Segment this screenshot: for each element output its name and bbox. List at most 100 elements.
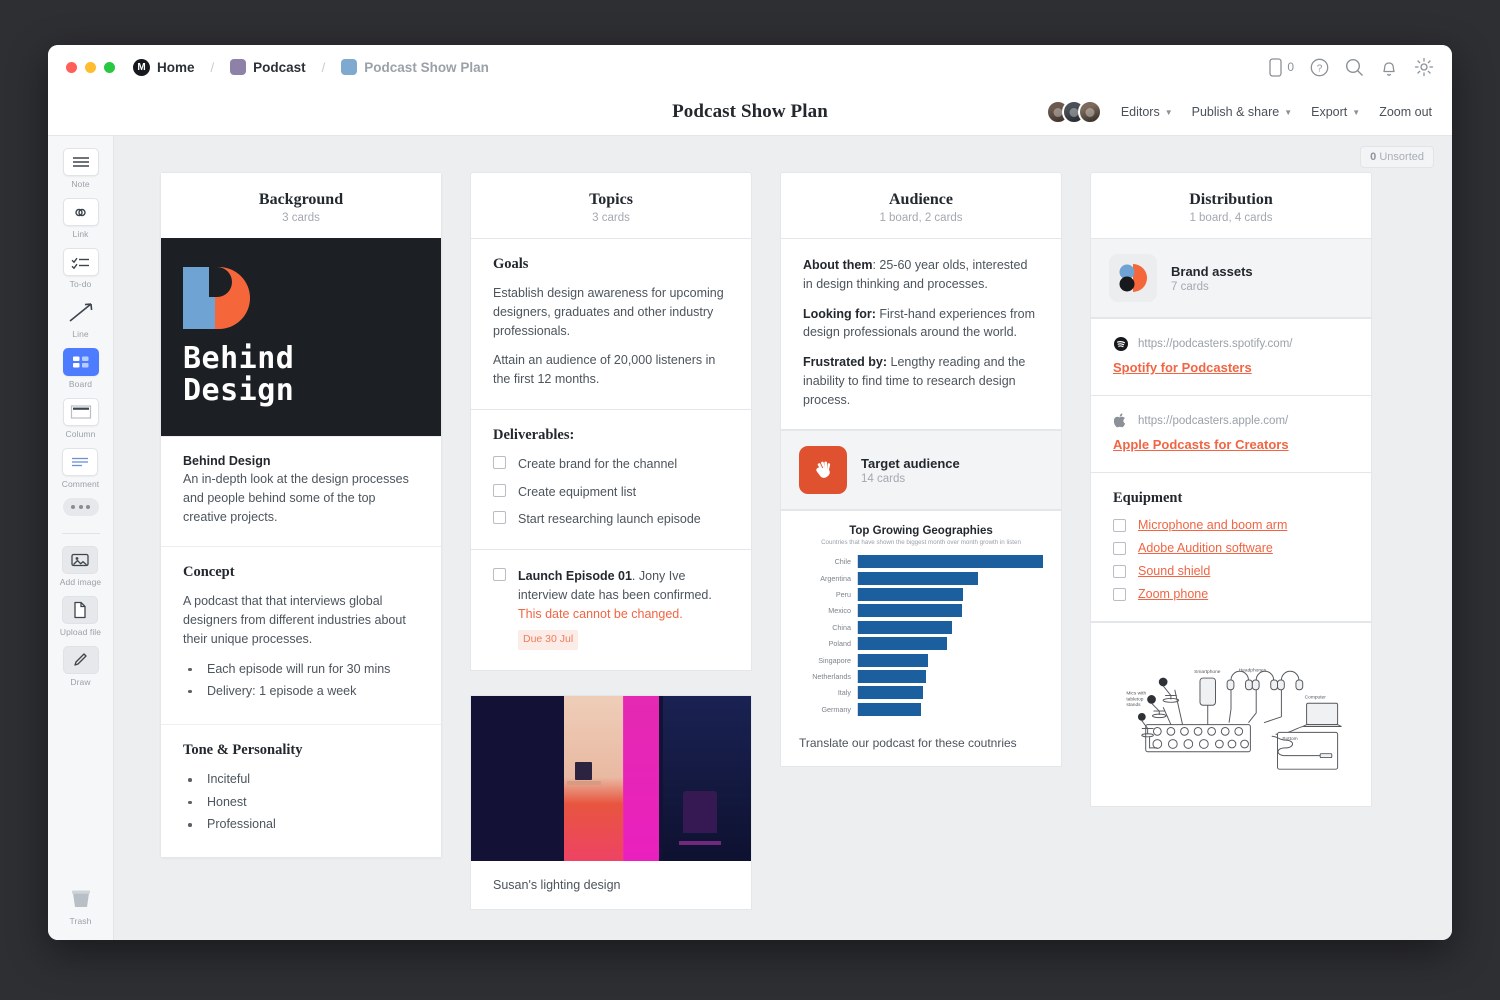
- sidebar-item-more[interactable]: [62, 498, 99, 516]
- bar-track: [857, 653, 1043, 667]
- todo-label[interactable]: Zoom phone: [1138, 587, 1208, 601]
- brand-wordmark-line2: Design: [183, 373, 295, 408]
- publish-share-menu[interactable]: Publish & share ▼: [1192, 105, 1292, 119]
- card-deliverables[interactable]: Deliverables: Create brand for the chann…: [470, 409, 752, 550]
- zoom-out-button[interactable]: Zoom out: [1379, 105, 1432, 119]
- sidebar-item-add-image[interactable]: Add image: [60, 546, 102, 587]
- sidebar-item-link[interactable]: Link: [62, 198, 99, 239]
- card-behind-design[interactable]: Behind Design An in-depth look at the de…: [161, 436, 441, 547]
- todo-item[interactable]: Zoom phone: [1113, 587, 1349, 601]
- goals-paragraph-2: Attain an audience of 20,000 listeners i…: [493, 353, 716, 386]
- column-audience[interactable]: Audience 1 board, 2 cards About them: 25…: [780, 172, 1062, 767]
- checkbox[interactable]: [493, 511, 506, 525]
- bar-track: [857, 686, 1043, 700]
- sidebar-label-comment: Comment: [61, 479, 100, 489]
- checkbox[interactable]: [1113, 565, 1126, 578]
- board-name: Target audience: [861, 455, 960, 471]
- todo-label[interactable]: Microphone and boom arm: [1138, 518, 1287, 532]
- card-link-apple[interactable]: https://podcasters.apple.com/ Apple Podc…: [1090, 396, 1372, 473]
- card-equipment[interactable]: Equipment Microphone and boom arm Adobe …: [1090, 473, 1372, 622]
- card-about-audience[interactable]: About them: 25-60 year olds, interested …: [780, 238, 1062, 431]
- bar-row: China: [799, 620, 1043, 634]
- sidebar-item-comment[interactable]: Comment: [62, 448, 100, 489]
- card-tone-personality[interactable]: Tone & Personality Inciteful Honest Prof…: [161, 724, 441, 858]
- link-title[interactable]: Spotify for Podcasters: [1113, 360, 1349, 375]
- checkbox[interactable]: [493, 455, 506, 469]
- column-distribution[interactable]: Distribution 1 board, 4 cards Brand asse…: [1090, 172, 1372, 807]
- app-window: M Home / Podcast / Podcast Show Plan 0 ?…: [48, 45, 1452, 940]
- todo-item[interactable]: Adobe Audition software: [1113, 541, 1349, 555]
- todo-item[interactable]: Sound shield: [1113, 564, 1349, 578]
- launch-text: Launch Episode 01. Jony Ive interview da…: [518, 567, 729, 650]
- export-menu[interactable]: Export ▼: [1311, 105, 1360, 119]
- todo-label[interactable]: Adobe Audition software: [1138, 541, 1273, 555]
- avatar[interactable]: [1077, 100, 1102, 124]
- minimize-window-button[interactable]: [85, 61, 96, 73]
- svg-text:stands: stands: [1126, 702, 1141, 708]
- checkbox[interactable]: [493, 483, 506, 497]
- breadcrumb-item-home[interactable]: M Home: [133, 58, 195, 76]
- window-controls[interactable]: [66, 61, 115, 73]
- card-top-growing-geographies[interactable]: Top Growing Geographies Countries that h…: [780, 510, 1062, 767]
- bar-category-label: Peru: [835, 590, 851, 600]
- sidebar-item-note[interactable]: Note: [62, 148, 99, 189]
- card-lighting-photo[interactable]: Susan's lighting design: [470, 695, 752, 910]
- line-icon: [63, 298, 99, 326]
- checkbox[interactable]: [1113, 542, 1126, 555]
- mobile-app-button[interactable]: 0: [1269, 57, 1294, 77]
- card-concept[interactable]: Concept A podcast that that interviews g…: [161, 546, 441, 725]
- bar-track: [857, 604, 1043, 618]
- card-goals[interactable]: Goals Establish design awareness for upc…: [470, 238, 752, 410]
- column-background[interactable]: Background 3 cards Behind Design Behind …: [160, 172, 442, 859]
- sidebar-item-todo[interactable]: To-do: [62, 248, 99, 289]
- board-card-target-audience[interactable]: Target audience 14 cards: [780, 430, 1062, 511]
- board-canvas[interactable]: 0 Unsorted Background 3 cards Behind Des…: [114, 136, 1452, 940]
- board-card-brand-assets[interactable]: Brand assets 7 cards: [1090, 238, 1372, 318]
- todo-item[interactable]: Start researching launch episode: [493, 510, 729, 529]
- search-icon[interactable]: [1345, 58, 1364, 77]
- column-topics[interactable]: Topics 3 cards Goals Establish design aw…: [470, 172, 752, 910]
- notification-icon[interactable]: [1380, 58, 1398, 77]
- help-icon[interactable]: ?: [1310, 58, 1329, 77]
- settings-icon[interactable]: [1414, 57, 1434, 77]
- close-window-button[interactable]: [66, 61, 77, 73]
- bar: [858, 637, 947, 651]
- sidebar-item-column[interactable]: Column: [62, 398, 99, 439]
- looking-for-paragraph: Looking for: First-hand experiences from…: [803, 305, 1039, 343]
- column-header: Topics 3 cards: [470, 172, 752, 238]
- checkbox[interactable]: [1113, 588, 1126, 601]
- link-title[interactable]: Apple Podcasts for Creators: [1113, 437, 1349, 452]
- link-header: https://podcasters.spotify.com/: [1113, 336, 1349, 351]
- bar-track: [857, 702, 1043, 716]
- sidebar-item-board[interactable]: Board: [62, 348, 99, 389]
- todo-item[interactable]: Microphone and boom arm: [1113, 518, 1349, 532]
- list-item: Each episode will run for 30 mins: [183, 660, 419, 679]
- todo-item[interactable]: Create equipment list: [493, 483, 729, 502]
- maximize-window-button[interactable]: [104, 61, 115, 73]
- checkbox[interactable]: [493, 568, 506, 581]
- brand-image-card[interactable]: Behind Design: [161, 238, 441, 436]
- card-title: Equipment: [1113, 490, 1183, 506]
- bar-category-label: Italy: [837, 688, 851, 698]
- todo-item-launch[interactable]: Launch Episode 01. Jony Ive interview da…: [493, 567, 729, 650]
- bar: [858, 604, 962, 618]
- todo-item[interactable]: Create brand for the channel: [493, 455, 729, 474]
- breadcrumb-item-show-plan[interactable]: Podcast Show Plan: [341, 59, 489, 75]
- editors-menu[interactable]: Editors ▼: [1121, 105, 1173, 119]
- sidebar-item-trash[interactable]: Trash: [63, 885, 99, 926]
- checkbox[interactable]: [1113, 519, 1126, 532]
- unsorted-badge[interactable]: 0 Unsorted: [1360, 146, 1434, 168]
- bar-row: Mexico: [799, 604, 1043, 618]
- card-studio-diagram[interactable]: Mics with tabletop stands Smartphone Hea…: [1090, 622, 1372, 807]
- card-link-spotify[interactable]: https://podcasters.spotify.com/ Spotify …: [1090, 318, 1372, 396]
- svg-text:Computer: Computer: [1305, 694, 1327, 700]
- sidebar-item-line[interactable]: Line: [63, 298, 99, 339]
- breadcrumb-item-podcast[interactable]: Podcast: [230, 59, 306, 75]
- card-launch-episode[interactable]: Launch Episode 01. Jony Ive interview da…: [470, 550, 752, 671]
- editor-avatars[interactable]: [1045, 100, 1102, 124]
- bar: [858, 620, 953, 634]
- sidebar-item-draw[interactable]: Draw: [62, 646, 99, 687]
- todo-label[interactable]: Sound shield: [1138, 564, 1210, 578]
- sidebar-item-upload-file[interactable]: Upload file: [60, 596, 101, 637]
- card-title: Deliverables:: [493, 426, 575, 443]
